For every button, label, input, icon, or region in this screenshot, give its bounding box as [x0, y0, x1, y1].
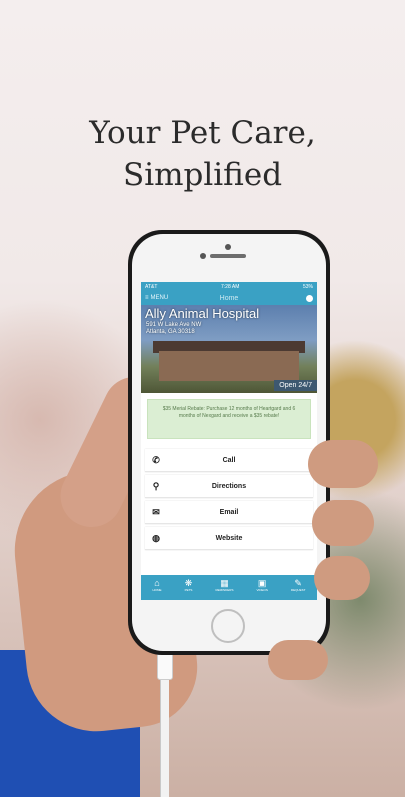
- promo-banner[interactable]: $35 Merial Rebate: Purchase 12 months of…: [147, 399, 311, 439]
- headline-line-2: Simplified: [122, 157, 283, 193]
- phone-face: AT&T 7:28 AM 53% ≡ MENU Home Ally Animal…: [132, 234, 326, 651]
- envelope-icon: ✉: [152, 506, 160, 517]
- action-list: ✆ Call ⚲ Directions ✉ Email ◍ Website: [145, 449, 313, 550]
- tab-pets-label: PETS: [184, 588, 193, 592]
- email-button[interactable]: ✉ Email: [145, 501, 313, 524]
- directions-button[interactable]: ⚲ Directions: [145, 475, 313, 498]
- finger-3: [314, 556, 370, 600]
- hospital-banner: Ally Animal Hospital 591 W Lake Ave NW A…: [141, 305, 317, 393]
- finger-2: [312, 500, 374, 546]
- address-line-2: Atlanta, GA 30318: [146, 329, 195, 335]
- finger-4: [268, 640, 328, 680]
- map-pin-icon: ⚲: [152, 480, 160, 491]
- directions-label: Directions: [211, 482, 247, 490]
- globe-icon: ◍: [152, 532, 160, 543]
- tab-bar: ⌂ HOME ❋ PETS ▦ REMINDERS ▣ VIDEOS ✎ REQ…: [141, 575, 317, 600]
- phone-screen: AT&T 7:28 AM 53% ≡ MENU Home Ally Animal…: [141, 282, 317, 600]
- tab-home-label: HOME: [152, 588, 162, 592]
- headline-line-1: Your Pet Care,: [89, 115, 316, 151]
- tab-videos[interactable]: ▣ VIDEOS: [257, 578, 268, 592]
- address-line-1: 591 W Lake Ave NW: [146, 322, 202, 328]
- pencil-icon: ✎: [294, 578, 302, 588]
- carrier-label: AT&T: [145, 283, 158, 290]
- tab-videos-label: VIDEOS: [256, 588, 268, 592]
- nav-title: Home: [219, 294, 239, 302]
- paw-icon: ❋: [184, 578, 193, 588]
- call-label: Call: [222, 456, 236, 464]
- battery-label: 53%: [302, 283, 313, 290]
- hours-badge: Open 24/7: [274, 380, 317, 391]
- status-time: 7:28 AM: [221, 283, 240, 290]
- hospital-name: Ally Animal Hospital: [145, 306, 260, 321]
- home-button[interactable]: [211, 609, 245, 643]
- tab-pets[interactable]: ❋ PETS: [185, 578, 193, 592]
- tab-request-label: REQUEST: [290, 588, 306, 592]
- tab-request[interactable]: ✎ REQUEST: [291, 578, 306, 592]
- hospital-address: 591 W Lake Ave NW Atlanta, GA 30318: [146, 322, 201, 336]
- website-label: Website: [215, 534, 243, 542]
- call-button[interactable]: ✆ Call: [145, 449, 313, 472]
- calendar-icon: ▦: [220, 578, 229, 588]
- home-icon: ⌂: [154, 578, 160, 588]
- building-photo: [159, 351, 299, 381]
- website-button[interactable]: ◍ Website: [145, 527, 313, 550]
- tab-home[interactable]: ⌂ HOME: [153, 578, 162, 592]
- headline: Your Pet Care, Simplified: [0, 112, 405, 196]
- phone: AT&T 7:28 AM 53% ≡ MENU Home Ally Animal…: [128, 230, 330, 655]
- status-bar: AT&T 7:28 AM 53%: [141, 282, 317, 291]
- phone-icon: ✆: [152, 454, 160, 465]
- front-camera: [200, 253, 206, 259]
- tab-reminders-label: REMINDERS: [215, 588, 234, 592]
- front-sensor: [225, 244, 231, 250]
- finger-1: [308, 440, 378, 488]
- video-icon: ▣: [257, 578, 267, 588]
- tab-reminders[interactable]: ▦ REMINDERS: [215, 578, 233, 592]
- email-label: Email: [219, 508, 239, 516]
- earpiece-speaker: [210, 254, 246, 258]
- app-navbar: ≡ MENU Home: [141, 291, 317, 305]
